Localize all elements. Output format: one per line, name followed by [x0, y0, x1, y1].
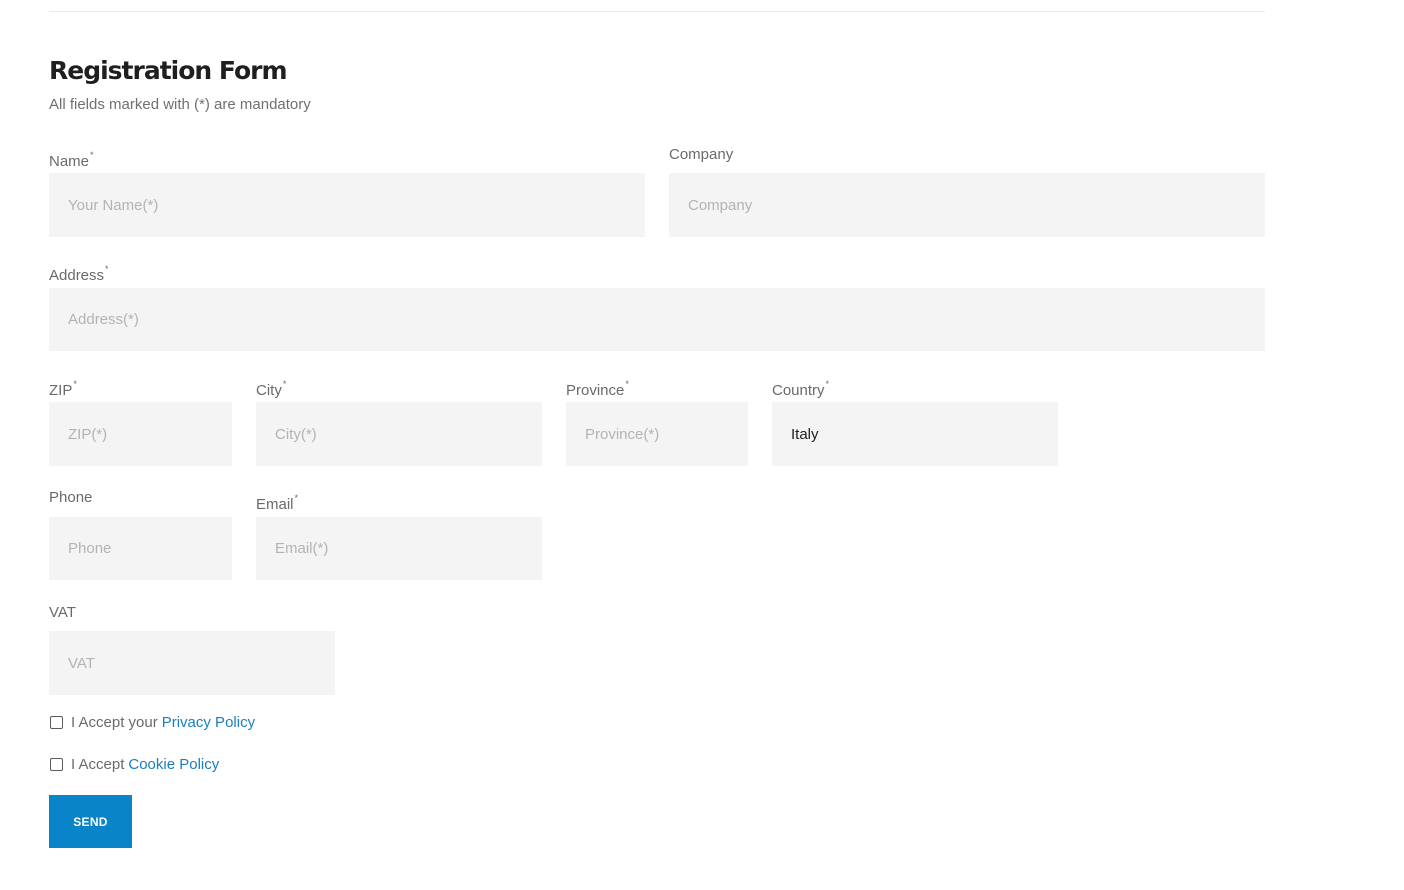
phone-field-group: Phone: [49, 488, 232, 580]
country-field-group: Country*: [772, 374, 1058, 466]
country-input[interactable]: [772, 402, 1058, 466]
privacy-checkbox[interactable]: [50, 716, 63, 729]
city-label: City*: [256, 379, 287, 399]
address-field-group: Address*: [49, 259, 1265, 351]
city-input[interactable]: [256, 402, 542, 466]
send-button[interactable]: SEND: [49, 795, 132, 848]
email-input[interactable]: [256, 517, 542, 580]
email-field-group: Email*: [256, 488, 542, 580]
zip-input[interactable]: [49, 402, 232, 466]
zip-label: ZIP*: [49, 379, 77, 399]
city-field-group: City*: [256, 374, 542, 466]
name-label: Name*: [49, 150, 94, 170]
company-field-group: Company: [669, 145, 1265, 237]
company-label: Company: [669, 146, 734, 163]
address-input[interactable]: [49, 288, 1265, 351]
province-input[interactable]: [566, 402, 748, 466]
privacy-policy-link[interactable]: Privacy Policy: [162, 714, 255, 731]
vat-field-group: VAT: [49, 603, 335, 695]
vat-input[interactable]: [49, 631, 335, 695]
cookie-consent-row: I Accept Cookie Policy: [49, 756, 219, 773]
cookie-checkbox[interactable]: [50, 758, 63, 771]
country-label: Country*: [772, 379, 830, 399]
name-field-group: Name*: [49, 145, 645, 237]
privacy-consent-row: I Accept your Privacy Policy: [49, 714, 255, 731]
email-label: Email*: [256, 493, 299, 513]
cookie-text: I Accept: [71, 756, 125, 773]
phone-label: Phone: [49, 489, 93, 506]
form-subtitle: All fields marked with (*) are mandatory: [49, 96, 311, 113]
address-label: Address*: [49, 264, 109, 284]
cookie-policy-link[interactable]: Cookie Policy: [128, 756, 219, 773]
name-input[interactable]: [49, 173, 645, 237]
company-input[interactable]: [669, 173, 1265, 237]
vat-label: VAT: [49, 604, 76, 621]
province-field-group: Province*: [566, 374, 748, 466]
page-title: Registration Form: [49, 56, 288, 85]
phone-input[interactable]: [49, 517, 232, 580]
province-label: Province*: [566, 379, 629, 399]
top-divider: [49, 11, 1265, 12]
zip-field-group: ZIP*: [49, 374, 232, 466]
privacy-text: I Accept your: [71, 714, 158, 731]
